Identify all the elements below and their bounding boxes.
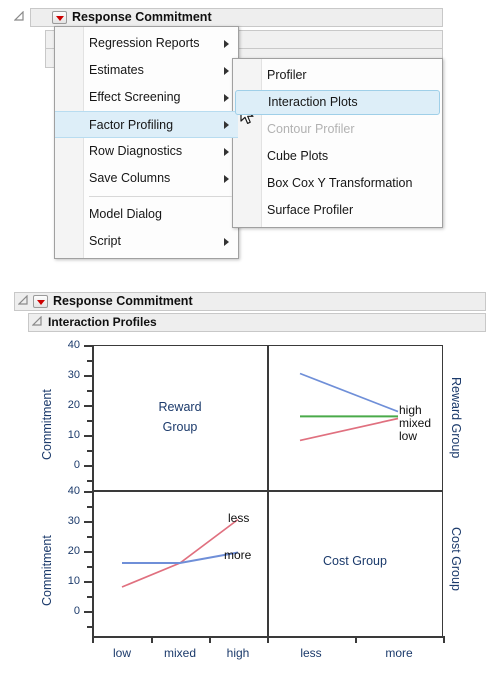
submenu-item-label: Box Cox Y Transformation [267, 176, 413, 190]
submenu-arrow-icon [224, 120, 229, 129]
menu-item-model-dialog[interactable]: Model Dialog [55, 201, 238, 228]
menu-item-factor-profiling[interactable]: Factor Profiling [55, 111, 238, 138]
menu-item-label: Save Columns [89, 171, 171, 185]
menu-item-label: Script [89, 234, 121, 248]
submenu-arrow-icon [224, 66, 229, 75]
submenu-item-label: Surface Profiler [267, 203, 354, 217]
panel-cost-reward-lines [121, 518, 239, 588]
submenu-item-profiler[interactable]: Profiler [233, 62, 442, 89]
line-series-less [121, 518, 239, 588]
menu-item-label: Model Dialog [89, 207, 162, 221]
submenu-item-contour-profiler: Contour Profiler [233, 116, 442, 143]
submenu-item-label: Cube Plots [267, 149, 329, 163]
report-red-triangle-menu-icon[interactable] [33, 295, 48, 308]
submenu-item-label: Contour Profiler [267, 122, 355, 136]
interaction-profiles-plot: 40 30 20 10 0 Commitment 40 30 20 10 0 C… [0, 330, 500, 677]
interaction-profiles-title: Interaction Profiles [48, 315, 157, 329]
factor-profiling-submenu[interactable]: Profiler Interaction Plots Contour Profi… [232, 58, 443, 228]
line-series-more [122, 551, 239, 564]
submenu-item-interaction-plots[interactable]: Interaction Plots [235, 90, 440, 115]
menu-item-label: Estimates [89, 63, 144, 77]
submenu-item-label: Interaction Plots [268, 95, 358, 109]
menu-item-label: Factor Profiling [89, 118, 174, 132]
submenu-arrow-icon [224, 237, 229, 246]
menu-item-label: Effect Screening [89, 90, 181, 104]
submenu-arrow-icon [224, 39, 229, 48]
submenu-item-surface-profiler[interactable]: Surface Profiler [233, 197, 442, 224]
submenu-arrow-icon [224, 93, 229, 102]
menu-item-row-diagnostics[interactable]: Row Diagnostics [55, 138, 238, 165]
series-label-more: more [224, 548, 252, 562]
menu-item-regression-reports[interactable]: Regression Reports [55, 30, 238, 57]
report-disclosure-triangle-icon[interactable] [18, 295, 29, 306]
menu-separator [89, 196, 232, 197]
submenu-arrow-icon [224, 147, 229, 156]
menu-item-save-columns[interactable]: Save Columns [55, 165, 238, 192]
factor-profiling-context-menu[interactable]: Regression Reports Estimates Effect Scre… [54, 26, 239, 259]
menu-outline-title: Response Commitment [72, 10, 212, 24]
menu-item-estimates[interactable]: Estimates [55, 57, 238, 84]
submenu-item-box-cox-y-transformation[interactable]: Box Cox Y Transformation [233, 170, 442, 197]
submenu-arrow-icon [224, 174, 229, 183]
menu-item-effect-screening[interactable]: Effect Screening [55, 84, 238, 111]
menu-item-script[interactable]: Script [55, 228, 238, 255]
disclosure-triangle-icon[interactable] [14, 11, 25, 22]
submenu-item-label: Profiler [267, 68, 307, 82]
red-triangle-menu-icon[interactable] [52, 11, 67, 24]
report-outline-title: Response Commitment [53, 294, 193, 308]
menu-item-label: Row Diagnostics [89, 144, 183, 158]
submenu-item-cube-plots[interactable]: Cube Plots [233, 143, 442, 170]
menu-item-label: Regression Reports [89, 36, 200, 50]
series-label-less: less [228, 511, 250, 525]
interaction-profiles-disclosure-triangle-icon[interactable] [32, 316, 43, 327]
